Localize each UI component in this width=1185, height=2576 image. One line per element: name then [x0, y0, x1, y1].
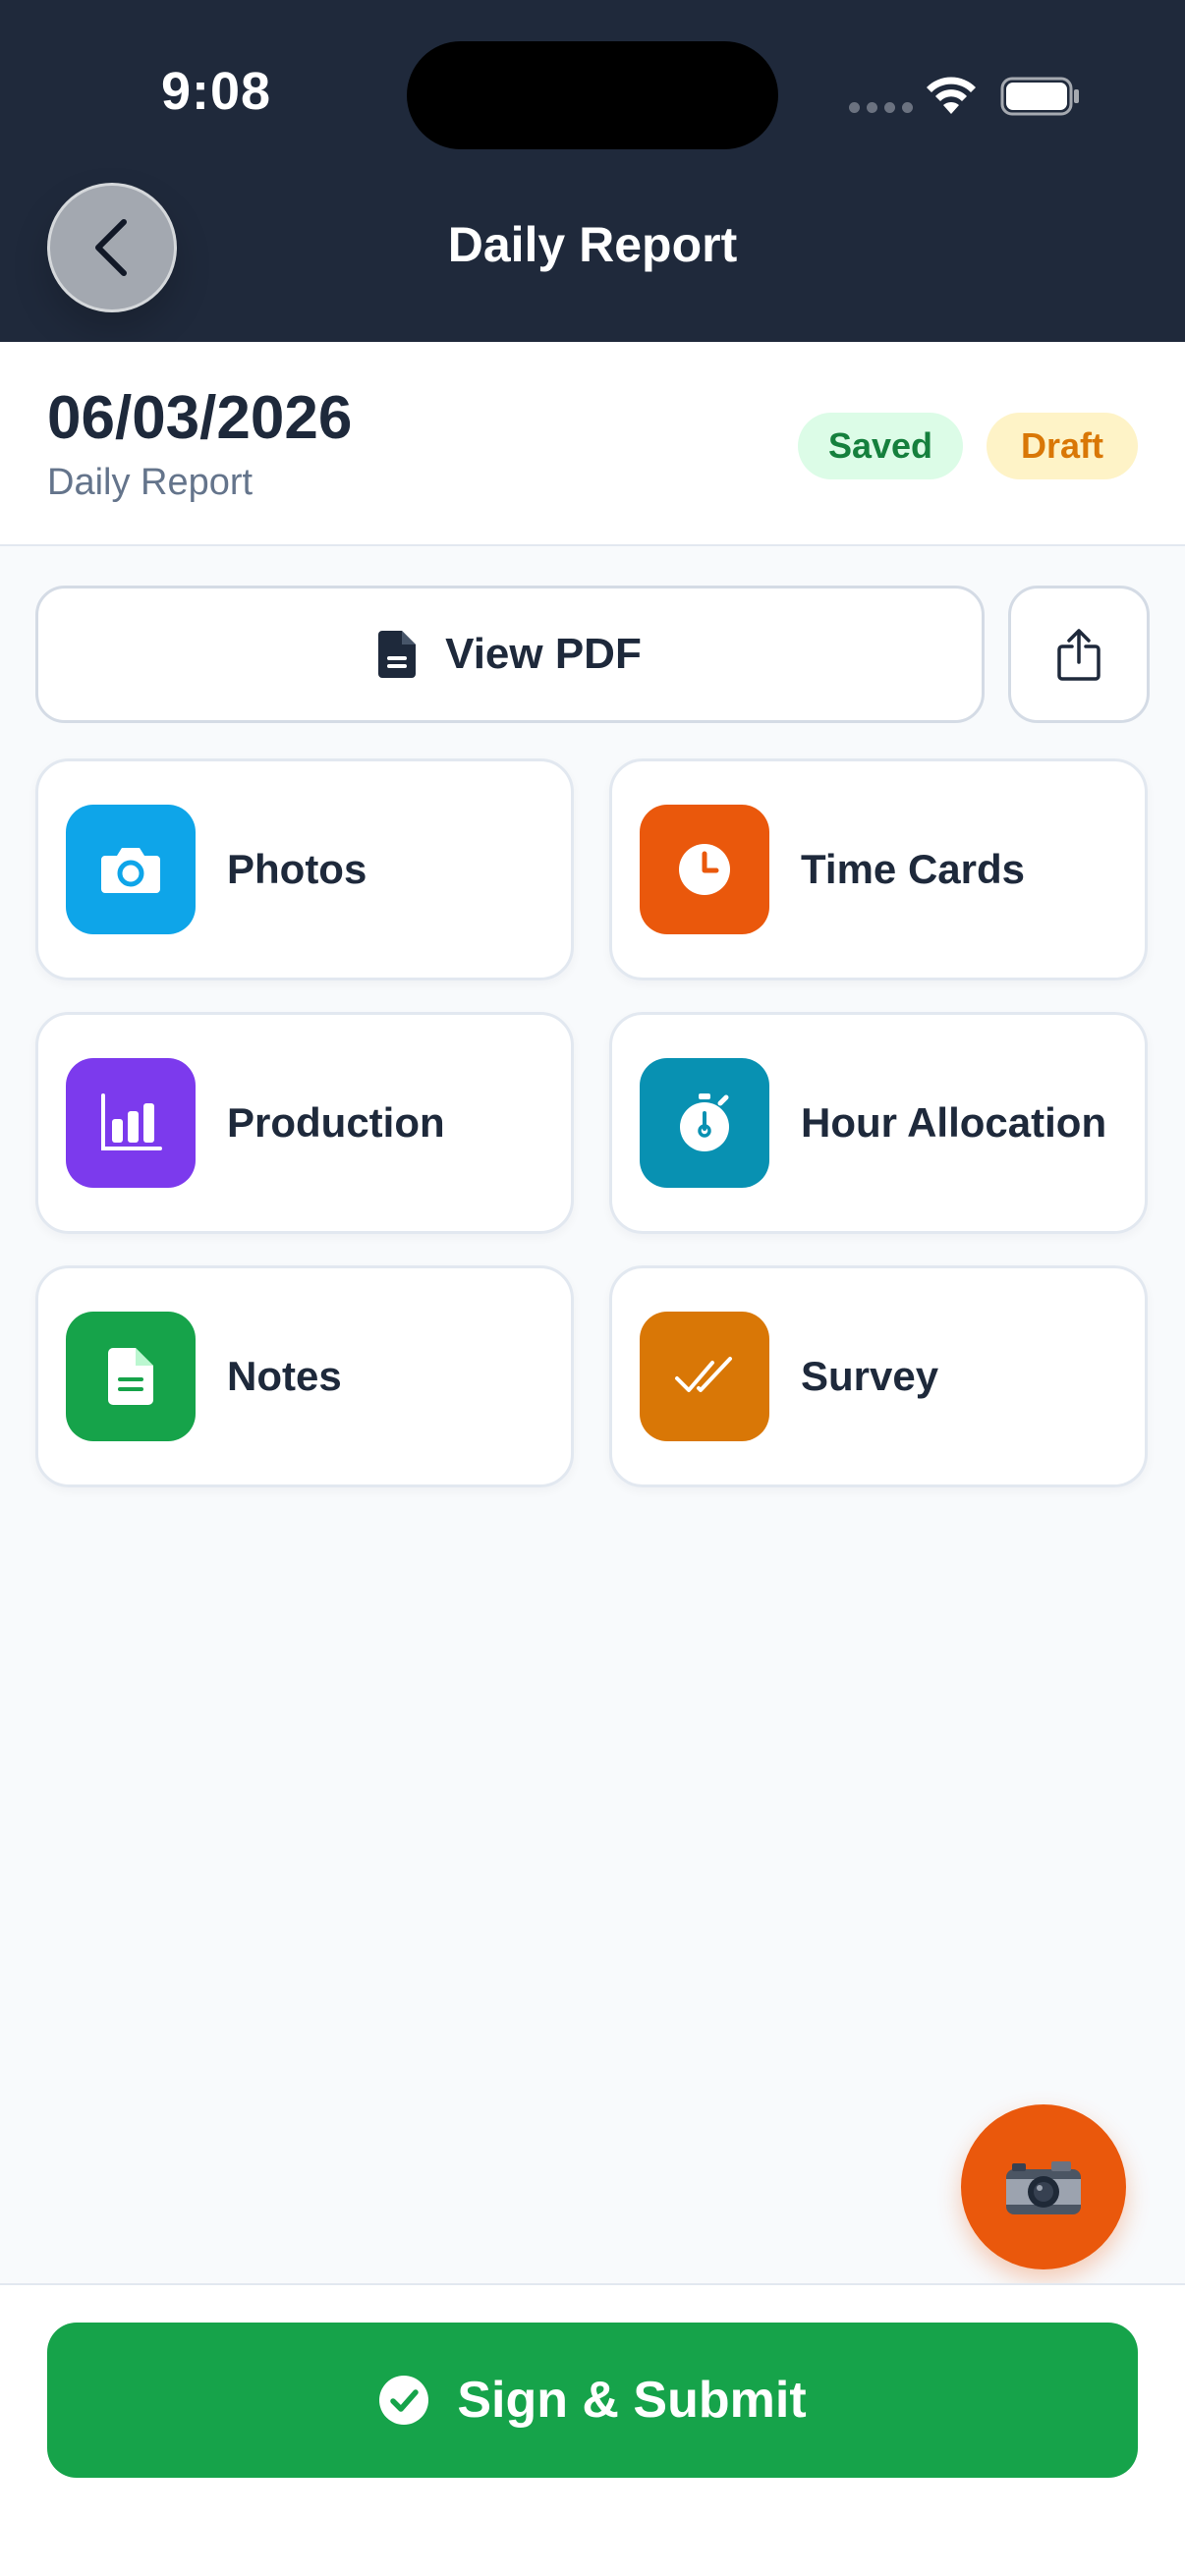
status-time: 9:08	[160, 62, 272, 121]
share-icon	[1057, 629, 1100, 681]
tile-time-cards[interactable]: Time Cards	[609, 758, 1148, 980]
sign-submit-label: Sign & Submit	[457, 2372, 807, 2429]
tile-production[interactable]: Production	[35, 1012, 574, 1234]
tile-label: Time Cards	[801, 845, 1025, 892]
tile-photos[interactable]: Photos	[35, 758, 574, 980]
saved-status-badge: Saved	[798, 413, 963, 479]
share-button[interactable]	[1008, 586, 1150, 723]
tile-label: Photos	[227, 845, 367, 892]
document-icon	[378, 631, 417, 678]
tile-hour-allocation[interactable]: Hour Allocation	[609, 1012, 1148, 1234]
quick-camera-button[interactable]	[961, 2104, 1126, 2269]
tile-label: Survey	[801, 1352, 939, 1399]
report-subtitle: Daily Report	[47, 462, 254, 503]
view-pdf-button[interactable]: View PDF	[35, 586, 985, 723]
report-summary: 06/03/2026 Daily Report Saved Draft	[0, 342, 1185, 546]
tile-notes[interactable]: Notes	[35, 1265, 574, 1487]
note-icon	[66, 1312, 196, 1441]
double-check-icon	[640, 1312, 769, 1441]
top-header: 9:08 Daily Report	[0, 0, 1185, 342]
report-date: 06/03/2026	[47, 384, 353, 452]
stopwatch-icon	[640, 1058, 769, 1188]
camera-icon	[66, 805, 196, 934]
bottom-action-bar: Sign & Submit	[0, 2283, 1185, 2576]
cellular-signal-icon	[849, 102, 913, 113]
view-pdf-label: View PDF	[445, 630, 642, 678]
battery-icon	[1000, 77, 1079, 116]
draft-status-badge: Draft	[987, 413, 1138, 479]
bar-chart-icon	[66, 1058, 196, 1188]
tile-label: Hour Allocation	[801, 1098, 1107, 1146]
tile-label: Production	[227, 1098, 445, 1146]
camera-icon	[1006, 2161, 1081, 2214]
sign-submit-button[interactable]: Sign & Submit	[47, 2323, 1138, 2478]
wifi-icon	[927, 77, 976, 114]
tile-label: Notes	[227, 1352, 342, 1399]
tile-survey[interactable]: Survey	[609, 1265, 1148, 1487]
clock-icon	[640, 805, 769, 934]
page-title: Daily Report	[447, 217, 738, 272]
dynamic-island	[407, 41, 778, 149]
check-circle-icon	[379, 2376, 429, 2425]
